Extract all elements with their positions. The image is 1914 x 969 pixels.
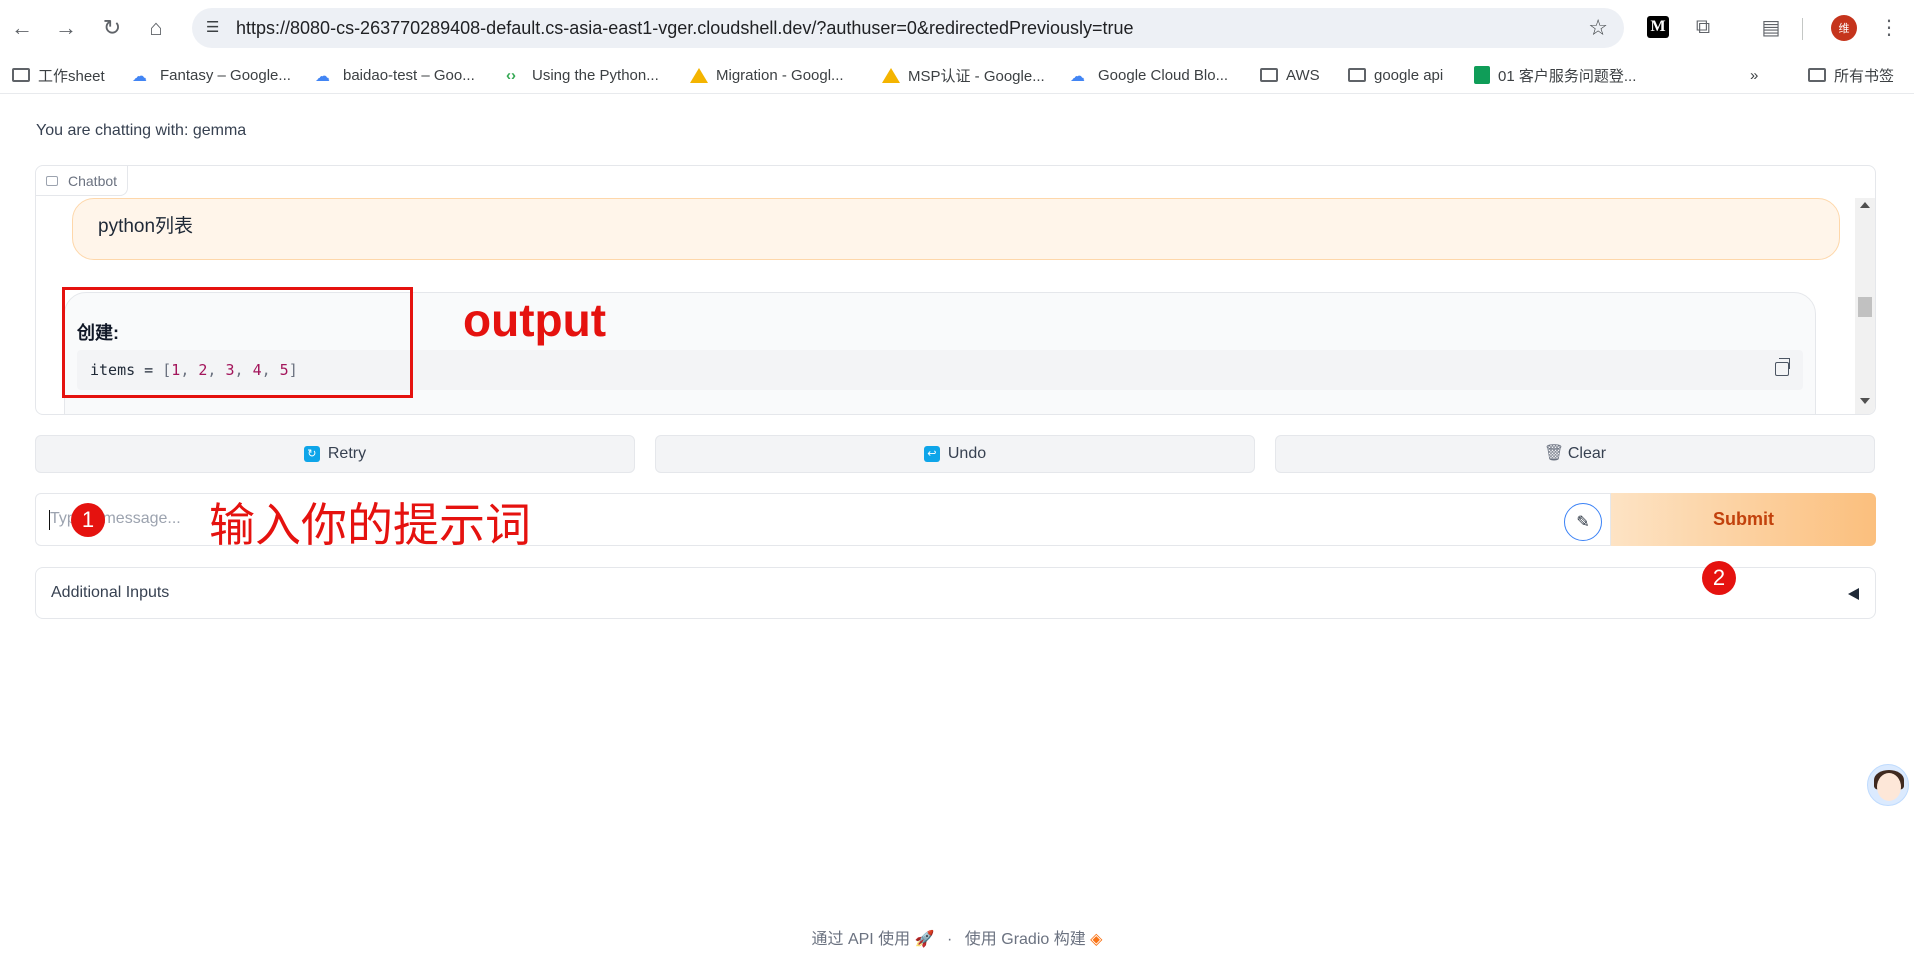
- undo-icon: ↩: [923, 446, 940, 462]
- google-cloud-icon: ☁: [315, 68, 330, 85]
- undo-button[interactable]: ↩ Undo: [655, 435, 1255, 473]
- bookmark-item[interactable]: ☁ Google Cloud Blo...: [1070, 64, 1228, 86]
- copy-icon[interactable]: [1775, 358, 1790, 376]
- chat-icon: [46, 175, 58, 186]
- rocket-icon: 🚀: [914, 931, 935, 948]
- profile-avatar[interactable]: 维: [1831, 15, 1857, 41]
- bookmark-item[interactable]: google api: [1348, 64, 1443, 86]
- assistant-avatar[interactable]: [1867, 764, 1909, 806]
- trash-icon: 🗑: [1543, 445, 1565, 462]
- forward-arrow-icon[interactable]: →: [52, 14, 80, 42]
- folder-icon: [1808, 68, 1826, 82]
- home-icon[interactable]: ⌂: [142, 14, 170, 42]
- more-menu-icon[interactable]: ⋮: [1876, 14, 1902, 40]
- chatting-with-text: You are chatting with: gemma: [36, 122, 247, 139]
- gradio-logo-icon: ◈: [1090, 931, 1103, 948]
- bookmark-star-icon[interactable]: ☆: [1588, 15, 1608, 41]
- folder-icon: [1348, 68, 1366, 82]
- bookmark-item[interactable]: ☁ Fantasy – Google...: [132, 64, 291, 86]
- chatbot-label: Chatbot: [36, 166, 129, 196]
- toolbar-divider: [1802, 18, 1803, 40]
- google-drive-icon: [882, 67, 900, 83]
- collapse-triangle-icon[interactable]: [1848, 588, 1859, 600]
- magic-wand-icon[interactable]: ✎: [1564, 503, 1602, 541]
- bookmarks-bar: 工作sheet ☁ Fantasy – Google... ☁ baidao-tes…: [0, 56, 1914, 94]
- bookmark-item[interactable]: ☁ baidao-test – Goo...: [315, 64, 475, 86]
- all-bookmarks[interactable]: 所有书签: [1808, 64, 1894, 86]
- additional-inputs-accordion[interactable]: Additional Inputs: [35, 567, 1876, 619]
- built-with-gradio-link[interactable]: 使用 Gradio 构建: [965, 931, 1086, 948]
- more-bookmarks-chevron-icon[interactable]: »: [1750, 64, 1758, 86]
- reading-list-icon[interactable]: ▤: [1758, 14, 1784, 40]
- address-bar[interactable]: ☰ https://8080-cs-263770289408-default.c…: [192, 8, 1624, 48]
- bookmark-item[interactable]: AWS: [1260, 64, 1320, 86]
- medium-extension-icon[interactable]: M: [1647, 16, 1669, 38]
- google-cloud-icon: ☁: [132, 68, 147, 85]
- folder-icon: [1260, 68, 1278, 82]
- output-annotation-label: output: [463, 294, 607, 346]
- user-message-text: python列表: [98, 216, 194, 237]
- scrollbar-thumb[interactable]: [1858, 297, 1872, 317]
- bookmark-item[interactable]: Migration - Googl...: [690, 64, 844, 86]
- bookmark-item[interactable]: 工作sheet: [12, 64, 105, 86]
- annotation-marker-2: 2: [1702, 561, 1736, 595]
- annotation-marker-1: 1: [71, 503, 105, 537]
- message-placeholder: Type a message...: [50, 510, 181, 527]
- submit-button[interactable]: Submit: [1611, 493, 1876, 546]
- back-arrow-icon[interactable]: ←: [8, 14, 36, 42]
- scroll-up-arrow-icon[interactable]: [1860, 202, 1870, 208]
- folder-icon: [12, 68, 30, 82]
- bookmark-item[interactable]: 01 客户服务问题登...: [1474, 64, 1636, 86]
- clear-button[interactable]: 🗑 Clear: [1275, 435, 1875, 473]
- google-cloud-icon: ☁: [1070, 68, 1085, 85]
- reload-icon[interactable]: ↻: [98, 14, 126, 42]
- retry-button[interactable]: ↻ Retry: [35, 435, 635, 473]
- text-caret: [49, 510, 50, 530]
- site-info-icon[interactable]: ☰: [206, 18, 226, 38]
- extensions-puzzle-icon[interactable]: ⧉: [1690, 14, 1716, 40]
- bookmark-item[interactable]: ‹› Using the Python...: [506, 64, 659, 86]
- use-via-api-link[interactable]: 通过 API 使用: [812, 931, 911, 948]
- user-message-bubble: python列表: [72, 198, 1840, 260]
- output-annotation-box: [62, 287, 413, 398]
- additional-inputs-label: Additional Inputs: [51, 584, 170, 601]
- google-sheets-icon: [1474, 66, 1490, 84]
- scroll-down-arrow-icon[interactable]: [1860, 398, 1870, 404]
- prompt-annotation-label: 输入你的提示词: [209, 498, 531, 552]
- retry-icon: ↻: [303, 446, 320, 462]
- footer: 通过 API 使用 🚀 · 使用 Gradio 构建 ◈: [0, 925, 1914, 949]
- footer-separator: ·: [947, 931, 953, 948]
- google-drive-icon: [690, 67, 708, 83]
- avatar-face: [1877, 773, 1901, 801]
- site-icon: ‹›: [506, 67, 516, 84]
- bookmark-item[interactable]: MSP认证 - Google...: [882, 64, 1045, 86]
- browser-toolbar: ← → ↻ ⌂ ☰ https://8080-cs-263770289408-d…: [0, 0, 1914, 56]
- url-text[interactable]: https://8080-cs-263770289408-default.cs-…: [236, 18, 1134, 39]
